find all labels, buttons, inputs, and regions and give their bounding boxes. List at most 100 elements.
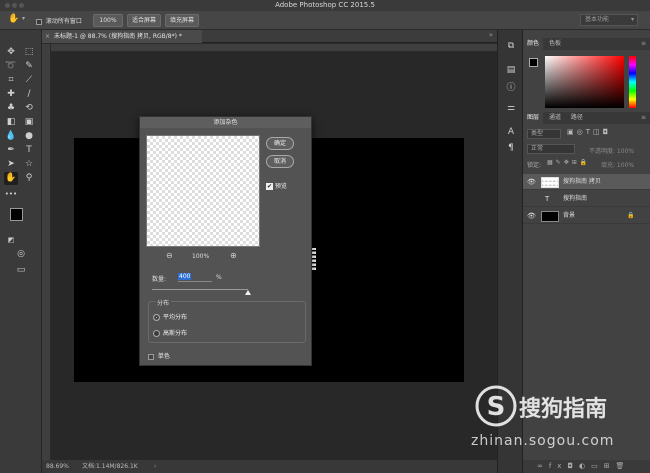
- gaussian-label: 高斯分布: [163, 330, 188, 337]
- zoom-tool-icon[interactable]: ⚲: [22, 172, 36, 185]
- type-tool-icon[interactable]: T: [22, 144, 36, 157]
- tool-preset-chevron-icon[interactable]: ▾: [22, 15, 25, 22]
- close-tab-icon[interactable]: ×: [45, 30, 50, 43]
- layer-filter-kind[interactable]: 类型: [527, 129, 561, 139]
- amount-slider-track[interactable]: [152, 289, 248, 290]
- layers-panel-menu-icon[interactable]: ≡: [641, 112, 646, 124]
- brush-tool-icon[interactable]: ∕: [22, 88, 36, 101]
- eyedropper-tool-icon[interactable]: ⟋: [22, 74, 36, 87]
- shape-tool-icon[interactable]: ☆: [22, 158, 36, 171]
- layer-filter-icons[interactable]: ▣◎T◫◘: [567, 128, 611, 136]
- workspace-select[interactable]: 基本功能 ▾: [580, 14, 638, 26]
- fill-field[interactable]: 填充: 100%: [601, 160, 634, 169]
- visibility-eye-icon[interactable]: 👁: [527, 174, 536, 190]
- monochromatic-option[interactable]: 单色: [148, 351, 170, 360]
- zoom-window-icon[interactable]: [19, 3, 24, 8]
- preview-label: 预览: [274, 183, 287, 190]
- layer-row[interactable]: 👁 搜狗指南 拷贝: [523, 174, 650, 190]
- distribution-label: 分布: [155, 298, 172, 307]
- tab-color[interactable]: 颜色: [523, 38, 544, 50]
- layer-row[interactable]: T 搜狗指南: [523, 191, 650, 207]
- status-menu-icon[interactable]: ›: [154, 460, 156, 473]
- marquee-tool-icon[interactable]: ⬚: [22, 46, 36, 59]
- visibility-eye-icon[interactable]: 👁: [527, 208, 536, 224]
- zoom-out-icon[interactable]: ⊖: [166, 251, 173, 260]
- gaussian-option[interactable]: 高斯分布: [153, 328, 187, 337]
- dialog-title: 添加杂色: [140, 117, 311, 128]
- hue-slider[interactable]: [629, 56, 636, 108]
- hand-tool-icon[interactable]: ✋: [4, 172, 18, 185]
- foreground-color-swatch[interactable]: [10, 208, 23, 221]
- document-tab[interactable]: × 未标题-1 @ 88.7% (搜狗指南 拷贝, RGB/8*) *: [42, 30, 202, 43]
- amount-input[interactable]: 400: [178, 272, 212, 282]
- color-panel-menu-icon[interactable]: ≡: [641, 38, 646, 50]
- zoom-in-icon[interactable]: ⊕: [230, 251, 237, 260]
- info-panel-icon[interactable]: ⓘ: [504, 82, 518, 95]
- more-tools-icon[interactable]: •••: [4, 188, 18, 201]
- zoom-100-button[interactable]: 100%: [93, 14, 123, 27]
- move-tool-icon[interactable]: ✥: [4, 46, 18, 59]
- color-picker-field[interactable]: [545, 56, 624, 108]
- tab-overflow-icon[interactable]: »: [489, 31, 493, 39]
- clone-stamp-tool-icon[interactable]: ♣: [4, 102, 18, 115]
- default-colors-icon[interactable]: ◩: [4, 234, 18, 247]
- crop-tool-icon[interactable]: ⌗: [4, 74, 18, 87]
- lock-label: 锁定:: [527, 162, 542, 169]
- blend-mode-select[interactable]: 正常: [527, 144, 575, 154]
- paragraph-panel-icon[interactable]: ¶: [504, 142, 518, 155]
- cancel-button[interactable]: 取消: [266, 155, 294, 168]
- document-tab-bar: × 未标题-1 @ 88.7% (搜狗指南 拷贝, RGB/8*) * »: [42, 30, 497, 43]
- status-doc-info: 文档:1.14M/826.1K: [82, 463, 138, 470]
- filter-preview[interactable]: [146, 135, 260, 247]
- preview-checkbox-check-icon[interactable]: ✔: [266, 183, 273, 190]
- layers-panel-tabs: 图层 通道 路径 ≡: [523, 112, 650, 124]
- gaussian-radio[interactable]: [153, 330, 160, 337]
- tab-layers[interactable]: 图层: [523, 112, 544, 124]
- dodge-tool-icon[interactable]: ●: [22, 130, 36, 143]
- minimize-window-icon[interactable]: [12, 3, 17, 8]
- uniform-option[interactable]: 平均分布: [153, 312, 187, 321]
- fit-screen-button[interactable]: 适合屏幕: [127, 14, 161, 27]
- character-panel-icon[interactable]: A: [504, 126, 518, 139]
- screen-mode-icon[interactable]: ▭: [14, 264, 28, 277]
- status-zoom[interactable]: 88.69%: [46, 460, 69, 473]
- gradient-tool-icon[interactable]: ▣: [22, 116, 36, 129]
- scroll-all-checkbox[interactable]: [36, 18, 42, 25]
- sogou-watermark: S 搜狗指南 zhinan.sogou.com: [471, 385, 650, 455]
- close-window-icon[interactable]: [5, 3, 10, 8]
- quick-select-tool-icon[interactable]: ✎: [22, 60, 36, 73]
- layers-footer-icons[interactable]: ∞fx◘◐▭⊞🗑: [523, 460, 650, 473]
- watermark-url: zhinan.sogou.com: [471, 433, 615, 449]
- path-select-tool-icon[interactable]: ➤: [4, 158, 18, 171]
- properties-panel-icon[interactable]: ▤: [504, 64, 518, 77]
- pen-tool-icon[interactable]: ✒: [4, 144, 18, 157]
- uniform-radio[interactable]: [153, 314, 160, 321]
- scroll-all-label: 滚动所有窗口: [45, 18, 82, 25]
- amount-slider-thumb[interactable]: [245, 290, 251, 295]
- adjustments-panel-icon[interactable]: ⚌: [504, 102, 518, 115]
- tab-paths[interactable]: 路径: [567, 112, 587, 124]
- sogou-logo-icon: S: [475, 385, 517, 427]
- tab-channels[interactable]: 通道: [545, 112, 565, 124]
- tab-swatches[interactable]: 色板: [545, 38, 565, 50]
- opacity-field[interactable]: 不透明度: 100%: [589, 146, 634, 155]
- fill-screen-button[interactable]: 填充屏幕: [165, 14, 199, 27]
- healing-brush-tool-icon[interactable]: ✚: [4, 88, 18, 101]
- scroll-all-option[interactable]: 滚动所有窗口: [36, 16, 82, 25]
- app-title-bar: Adobe Photoshop CC 2015.5: [0, 0, 650, 11]
- lasso-tool-icon[interactable]: ➰: [4, 60, 18, 73]
- layer-row[interactable]: 👁 背景 🔒: [523, 208, 650, 224]
- ok-button[interactable]: 确定: [266, 137, 294, 150]
- eraser-tool-icon[interactable]: ◧: [4, 116, 18, 129]
- blur-tool-icon[interactable]: 💧: [4, 130, 18, 143]
- color-panel-fg-swatch[interactable]: [529, 58, 538, 67]
- monochromatic-label: 单色: [157, 353, 170, 360]
- monochromatic-checkbox[interactable]: [148, 353, 154, 360]
- history-panel-icon[interactable]: ⧉: [504, 40, 518, 53]
- preview-option[interactable]: ✔ 预览: [266, 181, 287, 190]
- history-brush-tool-icon[interactable]: ⟲: [22, 102, 36, 115]
- quick-mask-icon[interactable]: ◎: [14, 248, 28, 261]
- lock-icons[interactable]: ▦✎✥⊞🔒: [547, 159, 590, 166]
- app-title: Adobe Photoshop CC 2015.5: [275, 1, 375, 9]
- amount-unit: %: [216, 274, 222, 281]
